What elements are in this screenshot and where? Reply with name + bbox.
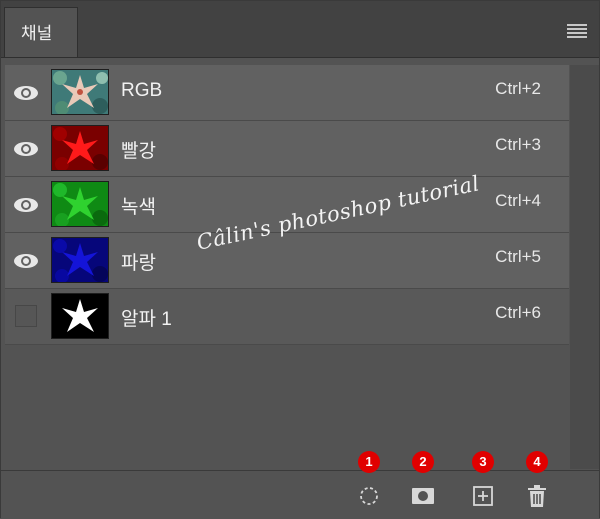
new-channel-icon[interactable] <box>470 483 496 509</box>
channel-row-rgb[interactable]: RGB Ctrl+2 <box>5 65 569 121</box>
channel-thumbnail <box>51 181 109 227</box>
eye-icon[interactable] <box>11 83 41 103</box>
channel-thumbnail <box>51 69 109 115</box>
channel-row-blue[interactable]: 파랑 Ctrl+5 <box>5 233 569 289</box>
panel-menu-icon[interactable] <box>567 24 587 38</box>
channel-row-alpha-1[interactable]: 알파 1 Ctrl+6 <box>5 289 569 345</box>
load-selection-icon[interactable] <box>356 483 382 509</box>
callout-badge-2: 2 <box>412 451 434 473</box>
channel-shortcut: Ctrl+2 <box>495 79 541 98</box>
delete-channel-icon[interactable] <box>524 483 550 509</box>
channel-name: RGB <box>121 80 163 101</box>
eye-icon[interactable] <box>11 139 41 159</box>
tab-channels[interactable]: 채널 <box>4 7 78 57</box>
save-selection-mask-icon[interactable] <box>410 483 436 509</box>
eye-icon[interactable] <box>11 195 41 215</box>
eye-icon[interactable] <box>11 251 41 271</box>
channel-shortcut: Ctrl+5 <box>495 247 541 266</box>
channel-thumbnail <box>51 125 109 171</box>
callout-badge-1: 1 <box>358 451 380 473</box>
visibility-toggle[interactable] <box>15 305 37 327</box>
channel-list: RGB Ctrl+2 빨강 Ctrl+3 녹색 Ctrl+4 파랑 Ctrl+5… <box>5 65 569 345</box>
channels-panel: 채널 RGB Ctrl+2 빨강 Ctrl+3 녹색 Ctrl+4 파랑 Ctr… <box>0 0 600 519</box>
panel-tab-bar: 채널 <box>1 1 599 58</box>
channel-shortcut: Ctrl+6 <box>495 303 541 322</box>
channel-thumbnail <box>51 293 109 339</box>
channel-name: 알파 1 <box>121 309 172 330</box>
channel-shortcut: Ctrl+4 <box>495 191 541 210</box>
channel-thumbnail <box>51 237 109 283</box>
scrollbar-track[interactable] <box>570 65 599 469</box>
channel-name: 파랑 <box>121 253 156 274</box>
tab-channels-label: 채널 <box>21 24 53 43</box>
channel-name: 빨강 <box>121 141 156 162</box>
callout-badge-4: 4 <box>526 451 548 473</box>
channel-name: 녹색 <box>121 197 156 218</box>
callout-badge-3: 3 <box>472 451 494 473</box>
channel-row-red[interactable]: 빨강 Ctrl+3 <box>5 121 569 177</box>
channel-shortcut: Ctrl+3 <box>495 135 541 154</box>
panel-footer <box>1 470 599 519</box>
